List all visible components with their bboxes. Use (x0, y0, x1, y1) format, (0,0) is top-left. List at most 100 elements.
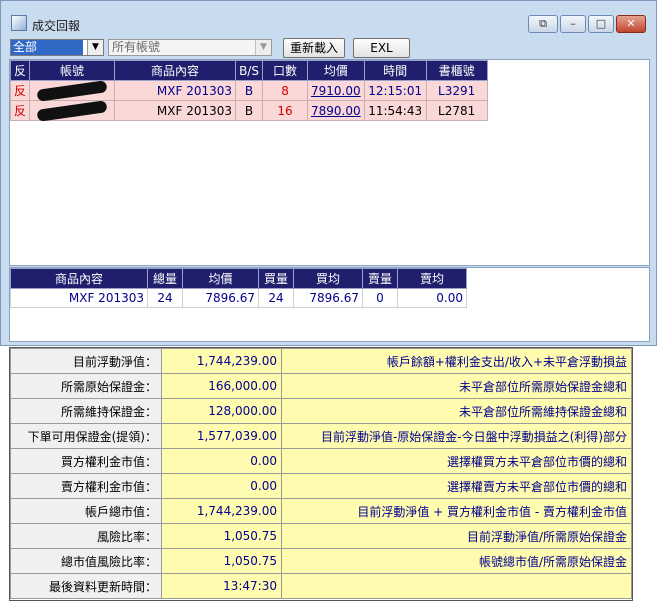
margin-row: 所需維持保證金： 128,000.00 未平倉部位所需維持保證金總和 (10, 398, 632, 424)
margin-label: 目前浮動淨值： (10, 348, 162, 374)
margin-value: 13:47:30 (161, 573, 282, 599)
margin-label: 買方權利金市值： (10, 448, 162, 474)
summary-panel: 商品內容 總量 均價 買量 買均 賣量 賣均 MXF 201303 24 789… (9, 267, 650, 342)
margin-description: 目前浮動淨值 + 買方權利金市值 - 賣方權利金市值 (281, 498, 632, 524)
margin-description: 帳戶餘額+權利金支出/收入+未平倉浮動損益 (281, 348, 632, 374)
book-cell: L3291 (425, 80, 488, 101)
margin-row: 風險比率： 1,050.75 目前浮動淨值/所需原始保證金 (10, 523, 632, 549)
margin-row: 帳戶總市值： 1,744,239.00 目前浮動淨值 + 買方權利金市值 - 賣方權… (10, 498, 632, 524)
margin-value: 1,050.75 (161, 548, 282, 574)
account-select[interactable]: 所有帳號 ▼ (108, 39, 272, 56)
total-cell: 24 (147, 288, 183, 308)
col-header: 書櫃號 (425, 60, 488, 81)
chevron-down-icon[interactable]: ▼ (255, 40, 271, 55)
margin-row: 賣方權利金市值： 0.00 選擇權賣方未平倉部位市價的總和 (10, 473, 632, 499)
account-cell (29, 80, 116, 102)
col-header: 賣量 (362, 268, 398, 289)
margin-table: 目前浮動淨值： 1,744,239.00 帳戶餘額+權利金支出/收入+未平倉浮動損益… (10, 348, 632, 599)
col-header: 商品內容 (114, 60, 237, 81)
col-header: 買均 (293, 268, 363, 289)
buy-qty-cell: 24 (258, 288, 294, 308)
margin-description: 目前浮動淨值-原始保證金-今日盤中浮動損益之(利得)部分 (281, 423, 632, 449)
product-cell: MXF 201303 (114, 80, 237, 101)
margin-value: 0.00 (161, 473, 282, 499)
margin-description: 選擇權買方未平倉部位市價的總和 (281, 448, 632, 474)
margin-value: 1,744,239.00 (161, 498, 282, 524)
margin-row: 買方權利金市值： 0.00 選擇權買方未平倉部位市價的總和 (10, 448, 632, 474)
margin-label: 賣方權利金市值： (10, 473, 162, 499)
margin-value: 128,000.00 (161, 398, 282, 424)
app-icon (11, 15, 27, 31)
margin-description: 未平倉部位所需維持保證金總和 (281, 398, 632, 424)
price-link[interactable]: 7910.00 (307, 80, 365, 101)
redacted-account (36, 80, 108, 102)
margin-value: 1,577,039.00 (161, 423, 282, 449)
margin-row: 最後資料更新時間： 13:47:30 (10, 573, 632, 599)
reverse-flag-icon[interactable]: 反 (9, 80, 31, 101)
reverse-flag-icon[interactable]: 反 (9, 100, 31, 121)
title-bar[interactable]: 成交回報 ⧉ – □ ✕ (1, 1, 656, 35)
trades-panel: 反 帳號 商品內容 B/S 口數 均價 時間 書櫃號 反 MXF 201303 … (9, 59, 650, 266)
margin-description: 未平倉部位所需原始保證金總和 (281, 373, 632, 399)
maximize-icon[interactable]: □ (588, 15, 614, 33)
restore-icon[interactable]: ⧉ (528, 15, 558, 33)
product-cell: MXF 201303 (114, 100, 237, 121)
table-row[interactable]: 反 MXF 201303 B 16 7890.00 11:54:43 L2781 (9, 100, 488, 122)
table-row[interactable]: 反 MXF 201303 B 8 7910.00 12:15:01 L3291 (9, 80, 488, 102)
margin-row: 下單可用保證金(提領)： 1,577,039.00 目前浮動淨值-原始保證金-今日盤… (10, 423, 632, 449)
margin-label: 帳戶總市值： (10, 498, 162, 524)
margin-summary: 目前浮動淨值： 1,744,239.00 帳戶餘額+權利金支出/收入+未平倉浮動損益… (9, 347, 633, 601)
margin-label: 所需原始保證金： (10, 373, 162, 399)
margin-label: 風險比率： (10, 523, 162, 549)
minimize-icon[interactable]: – (560, 15, 586, 33)
trades-table: 反 帳號 商品內容 B/S 口數 均價 時間 書櫃號 反 MXF 201303 … (9, 60, 488, 122)
qty-cell: 8 (262, 80, 309, 101)
margin-label: 最後資料更新時間： (10, 573, 162, 599)
margin-value: 1,744,239.00 (161, 348, 282, 374)
margin-value: 166,000.00 (161, 373, 282, 399)
col-header: 帳號 (29, 60, 116, 81)
chevron-down-icon[interactable]: ▼ (87, 40, 103, 55)
margin-label: 總市值風險比率： (10, 548, 162, 574)
trades-header-row: 反 帳號 商品內容 B/S 口數 均價 時間 書櫃號 (9, 60, 488, 81)
reload-button[interactable]: 重新載入 (283, 38, 345, 58)
bs-cell: B (235, 80, 264, 101)
margin-value: 1,050.75 (161, 523, 282, 549)
sell-avg-cell: 0.00 (397, 288, 467, 308)
col-header: 買量 (258, 268, 294, 289)
margin-label: 所需維持保證金： (10, 398, 162, 424)
col-header: B/S (235, 60, 264, 81)
close-icon[interactable]: ✕ (616, 15, 646, 33)
qty-cell: 16 (262, 100, 309, 121)
margin-row: 所需原始保證金： 166,000.00 未平倉部位所需原始保證金總和 (10, 373, 632, 399)
margin-label: 下單可用保證金(提領)： (10, 423, 162, 449)
table-row[interactable]: MXF 201303 24 7896.67 24 7896.67 0 0.00 (10, 288, 467, 308)
margin-description: 選擇權賣方未平倉部位市價的總和 (281, 473, 632, 499)
window-title: 成交回報 (32, 19, 81, 33)
trade-report-window: 成交回報 ⧉ – □ ✕ 全部 ▼ 所有帳號 ▼ 重新載入 EXL 反 帳號 商… (0, 0, 657, 346)
filter-select-value: 全部 (11, 40, 83, 55)
margin-description: 帳號總市值/所需原始保證金 (281, 548, 632, 574)
col-header: 賣均 (397, 268, 467, 289)
filter-select[interactable]: 全部 ▼ (10, 39, 104, 56)
col-header: 均價 (307, 60, 365, 81)
book-cell: L2781 (425, 100, 488, 121)
price-link[interactable]: 7890.00 (307, 100, 365, 121)
margin-description (281, 573, 632, 599)
account-cell (29, 100, 116, 122)
summary-header-row: 商品內容 總量 均價 買量 買均 賣量 賣均 (10, 268, 467, 289)
col-header: 總量 (147, 268, 183, 289)
export-excel-button[interactable]: EXL (353, 38, 410, 58)
sell-qty-cell: 0 (362, 288, 398, 308)
time-cell: 12:15:01 (363, 80, 427, 101)
col-header: 商品內容 (10, 268, 148, 289)
bs-cell: B (235, 100, 264, 121)
buy-avg-cell: 7896.67 (293, 288, 363, 308)
avg-cell: 7896.67 (182, 288, 259, 308)
summary-table: 商品內容 總量 均價 買量 買均 賣量 賣均 MXF 201303 24 789… (10, 268, 467, 308)
margin-row: 總市值風險比率： 1,050.75 帳號總市值/所需原始保證金 (10, 548, 632, 574)
margin-description: 目前浮動淨值/所需原始保證金 (281, 523, 632, 549)
product-cell: MXF 201303 (10, 288, 148, 308)
col-header: 均價 (182, 268, 259, 289)
col-header: 時間 (363, 60, 427, 81)
